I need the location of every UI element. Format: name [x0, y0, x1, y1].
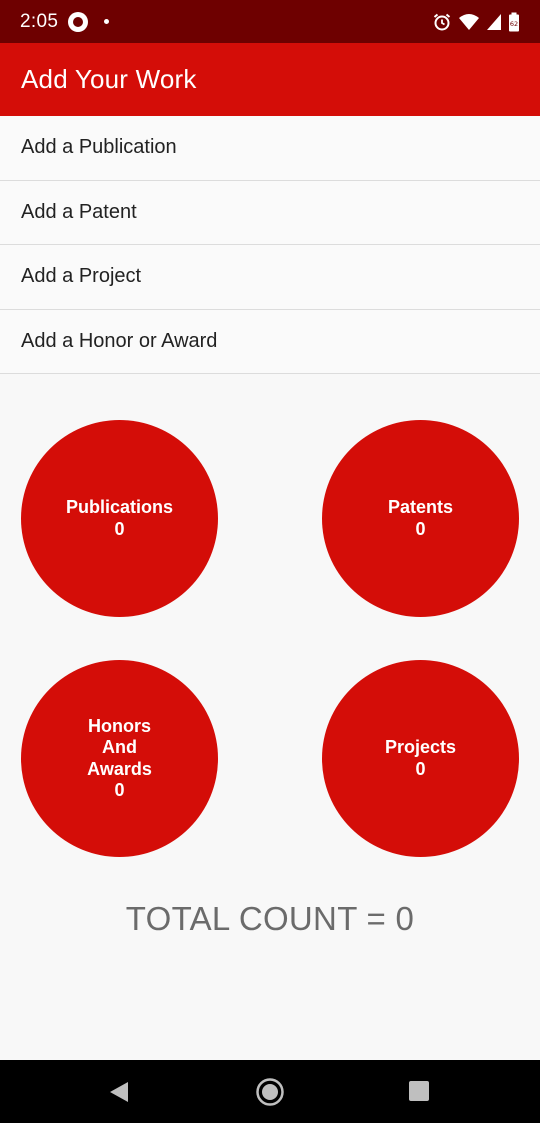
honors-count: 0 — [114, 780, 125, 800]
signal-icon — [487, 13, 501, 30]
patents-count-circle[interactable]: Patents 0 — [322, 420, 519, 617]
add-project-item[interactable]: Add a Project — [0, 245, 540, 310]
alarm-icon — [433, 13, 451, 30]
publications-count-circle[interactable]: Publications 0 — [21, 420, 218, 617]
notification-dot-icon — [104, 19, 110, 24]
menu-item-label: Add a Project — [21, 265, 142, 288]
honors-awards-count-circle[interactable]: Honors And Awards 0 — [21, 660, 218, 857]
battery-level: 62 — [510, 20, 518, 28]
add-patent-item[interactable]: Add a Patent — [0, 180, 540, 245]
patents-label: Patents — [387, 497, 454, 517]
total-count: TOTAL COUNT = 0 — [125, 900, 415, 937]
app-bar: Add Your Work — [0, 43, 540, 116]
status-time: 2:05 — [20, 10, 59, 32]
honors-label-line: And — [102, 737, 137, 757]
screen: 2:05 62 Add Your Work Add a Publication … — [0, 0, 540, 1123]
menu-item-label: Add a Honor or Award — [21, 329, 218, 352]
publications-count: 0 — [114, 518, 125, 539]
add-publication-item[interactable]: Add a Publication — [0, 116, 540, 181]
recents-square-icon[interactable] — [409, 1081, 429, 1101]
page-title: Add Your Work — [21, 64, 197, 94]
honors-label-line: Honors — [88, 715, 151, 736]
whatsapp-icon — [68, 11, 89, 32]
publications-label: Publications — [65, 497, 173, 517]
honors-label-line: Awards — [87, 758, 152, 779]
add-honor-award-item[interactable]: Add a Honor or Award — [0, 309, 540, 374]
status-right: 62 — [432, 12, 520, 32]
patents-count: 0 — [415, 518, 426, 539]
projects-count: 0 — [415, 758, 426, 779]
battery-icon: 62 — [509, 12, 519, 31]
menu-item-label: Add a Publication — [21, 136, 177, 159]
menu-item-label: Add a Patent — [21, 200, 137, 223]
status-bar: 2:05 62 — [0, 0, 540, 43]
status-left: 2:05 — [20, 10, 110, 33]
projects-label: Projects — [384, 737, 457, 757]
projects-count-circle[interactable]: Projects 0 — [322, 660, 519, 857]
menu-list: Add a Publication Add a Patent Add a Pro… — [0, 116, 540, 374]
wifi-icon — [459, 13, 479, 30]
home-circle-icon[interactable] — [255, 1077, 285, 1107]
back-triangle-icon[interactable] — [108, 1080, 130, 1104]
navigation-bar — [0, 1060, 540, 1123]
